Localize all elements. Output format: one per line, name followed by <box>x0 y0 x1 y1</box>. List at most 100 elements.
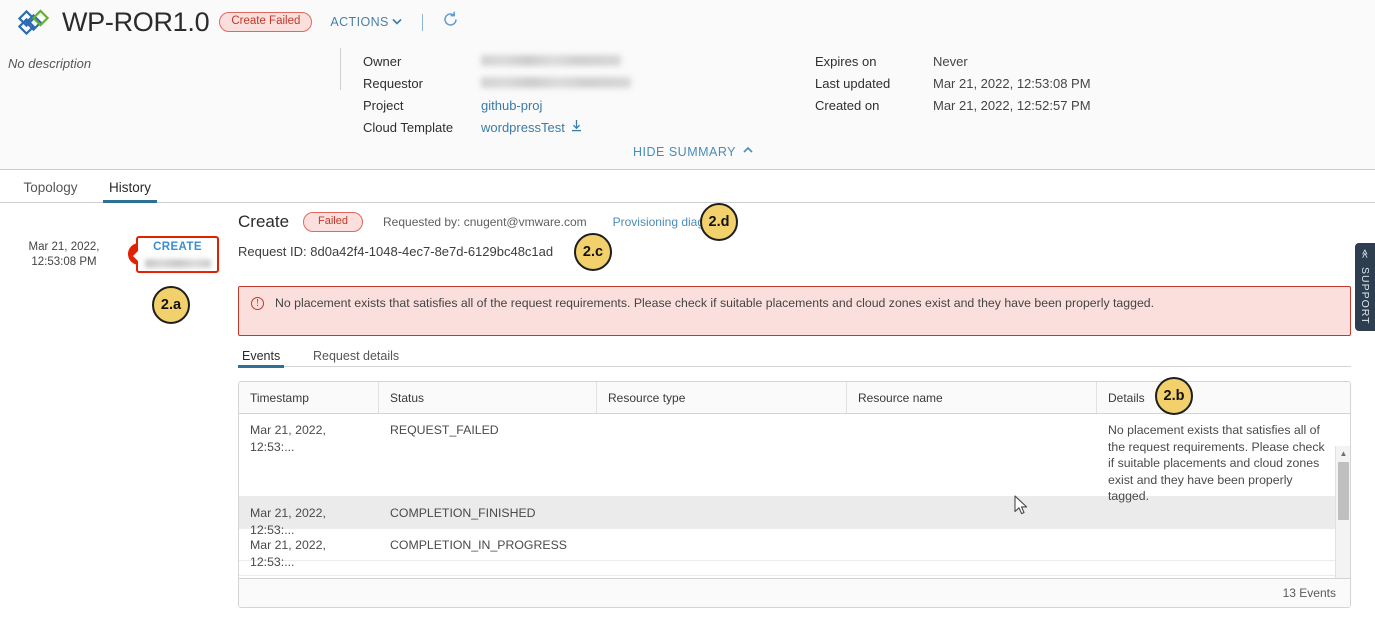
support-tab-inner: ≪ SUPPORT <box>1359 249 1371 325</box>
timeline-date-line1: Mar 21, 2022, <box>28 241 100 253</box>
meta-label-expires-on: Expires on <box>815 53 877 69</box>
app-logo-icon <box>17 5 52 39</box>
chevron-up-icon <box>742 144 754 159</box>
meta-label-last-updated: Last updated <box>815 75 891 91</box>
request-title: Create <box>238 212 290 231</box>
meta-row-last-updated: Last updated Mar 21, 2022, 12:53:08 PM <box>815 72 1091 94</box>
hide-summary-button[interactable]: HIDE SUMMARY <box>633 144 754 159</box>
tab-events[interactable]: Events <box>237 344 285 368</box>
redacted-timeline-subtitle <box>145 259 211 268</box>
meta-row-requestor: Requestor <box>363 72 631 94</box>
redacted-requestor-value <box>481 76 631 88</box>
meta-label-project: Project <box>363 97 404 113</box>
requested-by-text: Requested by: cnugent@vmware.com <box>383 215 587 229</box>
request-status-badge: Failed <box>303 212 363 232</box>
meta-row-cloud-template: Cloud Template wordpressTest <box>363 116 631 138</box>
project-link[interactable]: github-proj <box>481 98 542 113</box>
callout-badge-2c: 2.c <box>574 233 612 271</box>
meta-label-requestor: Requestor <box>363 75 423 91</box>
table-row[interactable]: Mar 21, 2022, 12:53:... COMPLETION_FINIS… <box>239 497 1350 537</box>
cell-resource-name <box>847 497 1097 528</box>
tab-history[interactable]: History <box>103 171 157 203</box>
error-alert-message: No placement exists that satisfies all o… <box>275 296 1155 310</box>
table-row-partial[interactable] <box>239 561 1350 576</box>
main-tab-bar: Topology History <box>0 171 1375 203</box>
meta-row-owner: Owner <box>363 50 631 72</box>
column-header-details[interactable]: Details <box>1097 382 1350 413</box>
column-header-resource-type[interactable]: Resource type <box>597 382 847 413</box>
table-row[interactable]: Mar 21, 2022, 12:53:... REQUEST_FAILED N… <box>239 414 1350 503</box>
cell-status: COMPLETION_FINISHED <box>390 506 536 520</box>
summary-divider <box>340 48 341 90</box>
refresh-icon <box>442 11 459 33</box>
refresh-button[interactable] <box>442 11 459 33</box>
column-header-resource-name[interactable]: Resource name <box>847 382 1097 413</box>
cell-resource-type <box>597 414 847 496</box>
timeline-timestamp: Mar 21, 2022, 12:53:08 PM <box>22 240 106 270</box>
callout-badge-2b: 2.b <box>1155 377 1193 415</box>
mouse-cursor-icon <box>1014 495 1029 521</box>
request-id-text: Request ID: 8d0a42f4-1048-4ec7-8e7d-6129… <box>238 244 554 259</box>
hide-summary-label: HIDE SUMMARY <box>633 144 737 159</box>
actions-menu-button[interactable]: ACTIONS <box>330 15 402 30</box>
page-bottom-fill <box>0 608 1375 622</box>
meta-row-expires-on: Expires on Never <box>815 50 1091 72</box>
cell-status: REQUEST_FAILED <box>390 423 499 437</box>
timeline-create-card[interactable]: CREATE <box>130 236 219 273</box>
cell-status: COMPLETION_IN_PROGRESS <box>390 538 567 552</box>
table-row[interactable]: Mar 21, 2022, 12:53:... COMPLETION_IN_PR… <box>239 529 1350 569</box>
column-header-status[interactable]: Status <box>379 382 597 413</box>
cell-resource-type <box>597 529 847 560</box>
support-tab-label: SUPPORT <box>1359 267 1371 325</box>
cell-details: No placement exists that satisfies all o… <box>1108 423 1325 503</box>
tab-events-label: Events <box>242 348 281 363</box>
cell-timestamp: Mar 21, 2022, 12:53:... <box>250 538 326 569</box>
application-page: WP-ROR1.0 Create Failed ACTIONS No descr… <box>0 0 1375 622</box>
download-icon[interactable] <box>570 119 583 135</box>
request-detail-header: Create Failed Requested by: cnugent@vmwa… <box>238 212 725 232</box>
meta-label-cloud-template: Cloud Template <box>363 119 454 135</box>
tab-topology[interactable]: Topology <box>18 171 83 203</box>
meta-value-requestor <box>481 76 631 91</box>
callout-badge-2a: 2.a <box>152 286 190 324</box>
cloud-template-link[interactable]: wordpressTest <box>481 120 565 135</box>
tab-request-details-label: Request details <box>313 348 400 363</box>
meta-value-last-updated: Mar 21, 2022, 12:53:08 PM <box>933 75 1091 91</box>
cell-details <box>1097 497 1350 528</box>
timeline-date-line2: 12:53:08 PM <box>31 256 97 268</box>
tab-request-details[interactable]: Request details <box>313 344 399 367</box>
meta-value-expires-on: Never <box>933 53 968 69</box>
summary-meta-right: Expires on Never Last updated Mar 21, 20… <box>815 50 1091 116</box>
error-circle-icon: ! <box>251 297 264 310</box>
title-row: WP-ROR1.0 Create Failed ACTIONS <box>17 5 459 39</box>
summary-meta-left: Owner Requestor Project github-proj Clou… <box>363 50 631 138</box>
timeline-create-label: CREATE <box>153 241 202 253</box>
page-title: WP-ROR1.0 <box>62 7 210 37</box>
cell-resource-name <box>847 414 1097 496</box>
actions-label: ACTIONS <box>330 15 389 29</box>
error-alert-banner: ! No placement exists that satisfies all… <box>238 286 1351 336</box>
meta-value-created-on: Mar 21, 2022, 12:52:57 PM <box>933 97 1091 113</box>
tab-history-label: History <box>108 179 151 195</box>
cell-resource-type <box>597 497 847 528</box>
cell-timestamp: Mar 21, 2022, 12:53:... <box>250 423 326 454</box>
chevron-down-icon <box>391 15 403 30</box>
redacted-owner-value <box>481 54 621 66</box>
support-tab-button[interactable]: ≪ SUPPORT <box>1355 243 1375 331</box>
table-body: Mar 21, 2022, 12:53:... REQUEST_FAILED N… <box>239 414 1350 607</box>
meta-row-project: Project github-proj <box>363 94 631 116</box>
meta-row-created-on: Created on Mar 21, 2022, 12:52:57 PM <box>815 94 1091 116</box>
cell-details <box>1097 529 1350 560</box>
description-text: No description <box>8 56 92 71</box>
page-header: WP-ROR1.0 Create Failed ACTIONS No descr… <box>0 0 1375 170</box>
double-chevron-left-icon: ≪ <box>1360 249 1370 260</box>
meta-label-created-on: Created on <box>815 97 880 113</box>
triangle-up-icon[interactable]: ▲ <box>1336 446 1350 460</box>
status-badge: Create Failed <box>219 12 313 32</box>
event-count-label: 13 Events <box>1282 586 1336 600</box>
scrollbar-thumb[interactable] <box>1338 462 1349 520</box>
request-detail-title-row: Create Failed Requested by: cnugent@vmwa… <box>238 212 725 232</box>
column-header-timestamp[interactable]: Timestamp <box>239 382 379 413</box>
sub-tab-bar: Events Request details <box>237 344 1351 368</box>
toolbar-divider <box>421 13 423 31</box>
